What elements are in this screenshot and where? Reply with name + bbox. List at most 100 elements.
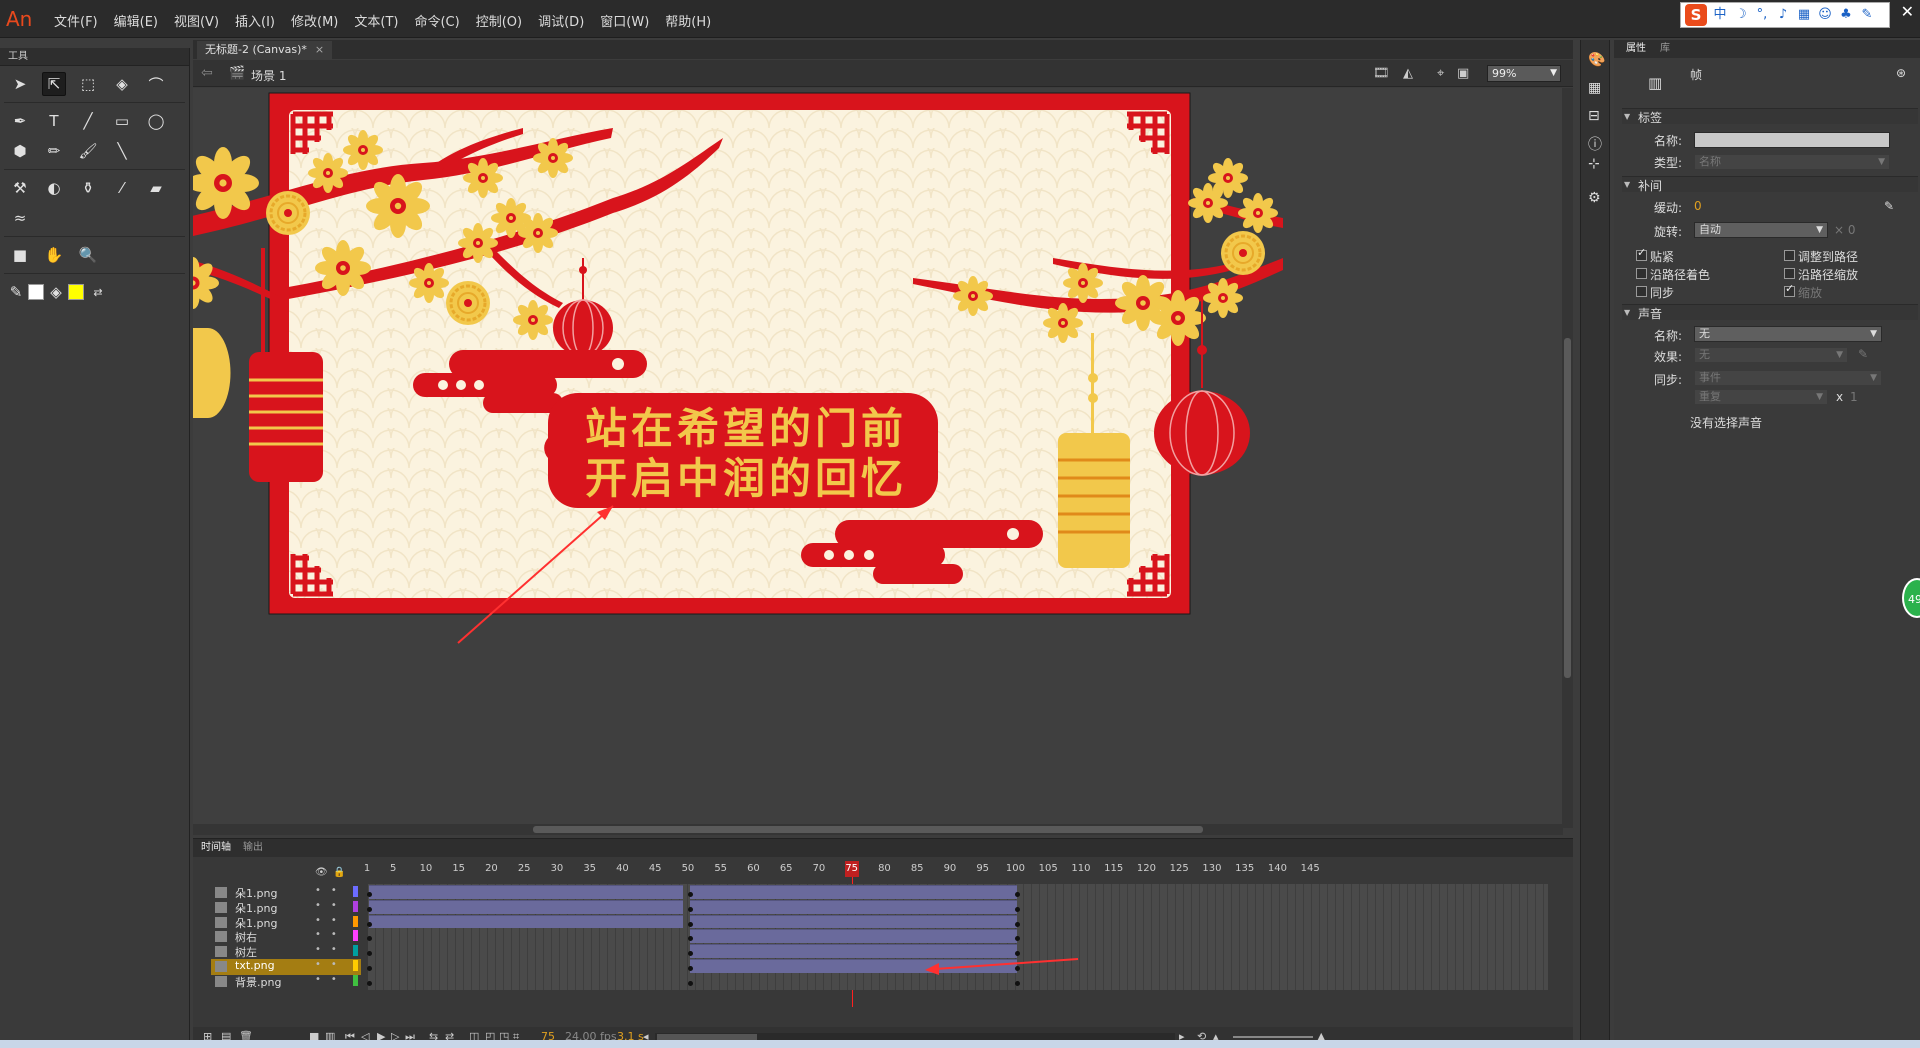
edit-ease-icon[interactable]: ✎ bbox=[1884, 199, 1894, 213]
transform-icon[interactable]: ⊹ bbox=[1588, 156, 1600, 172]
layer-outline-color[interactable] bbox=[353, 915, 358, 927]
keyframe[interactable] bbox=[687, 980, 693, 986]
clip-icon[interactable]: ▣ bbox=[1457, 66, 1469, 81]
close-tab-icon[interactable]: × bbox=[315, 43, 324, 56]
keyframe[interactable] bbox=[367, 966, 372, 971]
ink-bottle-icon[interactable]: ⚱ bbox=[76, 176, 100, 200]
timeline-zoom-slider[interactable] bbox=[1233, 1036, 1313, 1038]
tab-properties[interactable]: 属性 bbox=[1626, 40, 1646, 58]
layer-visibility-dots[interactable]: •• bbox=[315, 885, 347, 896]
components-icon[interactable]: ⚙ bbox=[1588, 190, 1601, 206]
rotate-select[interactable]: 自动 ▼ bbox=[1694, 222, 1828, 238]
menu-debug[interactable]: 调试(D) bbox=[530, 11, 592, 30]
layer-visibility-dots[interactable]: •• bbox=[315, 944, 347, 955]
menu-help[interactable]: 帮助(H) bbox=[657, 11, 719, 30]
moon-icon[interactable]: ☽ bbox=[1733, 7, 1749, 23]
layer-visibility-dots[interactable]: •• bbox=[315, 974, 347, 985]
scene-label[interactable]: 场景 1 bbox=[251, 67, 286, 84]
color-icon[interactable]: 🎨 bbox=[1588, 52, 1605, 68]
eye-icon[interactable]: 👁 bbox=[315, 867, 328, 878]
paint-bucket-icon[interactable]: ◐ bbox=[42, 176, 66, 200]
eyedropper-icon[interactable]: ⁄ bbox=[110, 176, 134, 200]
menu-edit[interactable]: 编辑(E) bbox=[106, 11, 166, 30]
layer-row[interactable]: 背景.png •• bbox=[193, 972, 1563, 990]
rectangle-tool-icon[interactable]: ▭ bbox=[110, 109, 134, 133]
wrench-icon[interactable]: ✎ bbox=[1859, 7, 1875, 23]
tab-output[interactable]: 输出 bbox=[243, 839, 263, 857]
back-arrow-icon[interactable]: ⇦ bbox=[201, 65, 213, 81]
oval-tool-icon[interactable]: ◯ bbox=[144, 109, 168, 133]
pen-tool-icon[interactable]: ✒ bbox=[8, 109, 32, 133]
fill-color-icon[interactable]: ◈ bbox=[48, 280, 64, 304]
effect-select[interactable]: 无 ▼ bbox=[1694, 347, 1848, 363]
line-tool-icon[interactable]: ╱ bbox=[76, 109, 100, 133]
scale-along-path-checkbox[interactable]: 沿路径缩放 bbox=[1784, 266, 1858, 283]
repeat-count[interactable]: 1 bbox=[1850, 390, 1858, 404]
stage-artwork[interactable]: 站在希望的门前 开启中润的回忆 bbox=[193, 88, 1563, 828]
selection-tool-icon[interactable]: ➤ bbox=[8, 72, 32, 96]
keyframe[interactable] bbox=[687, 906, 693, 912]
scale-checkbox[interactable]: 缩放 bbox=[1784, 282, 1822, 301]
layer-visibility-dots[interactable]: •• bbox=[315, 929, 347, 940]
text-tool-icon[interactable]: T bbox=[42, 109, 66, 133]
menu-control[interactable]: 控制(O) bbox=[468, 11, 530, 30]
help-icon[interactable]: ⊛ bbox=[1896, 66, 1906, 80]
info-icon[interactable]: ⓘ bbox=[1588, 134, 1602, 154]
snap-checkbox[interactable]: 贴紧 bbox=[1636, 246, 1674, 265]
brush-tool-icon[interactable]: ╲ bbox=[110, 139, 134, 163]
repeat-select[interactable]: 重复 ▼ bbox=[1694, 389, 1828, 405]
menu-view[interactable]: 视图(V) bbox=[166, 11, 227, 30]
menu-file[interactable]: 文件(F) bbox=[46, 11, 106, 30]
zoom-tool-icon[interactable]: 🔍 bbox=[76, 243, 100, 267]
vertical-scroll-thumb[interactable] bbox=[1564, 338, 1571, 678]
align-icon[interactable]: ⊟ bbox=[1588, 108, 1600, 124]
keyboard-icon[interactable]: ▦ bbox=[1796, 7, 1812, 23]
layer-outline-color[interactable] bbox=[353, 960, 358, 971]
swatches-icon[interactable]: ▦ bbox=[1588, 80, 1601, 96]
zoom-select[interactable]: 99% ▼ bbox=[1487, 65, 1561, 82]
keyframe[interactable] bbox=[367, 892, 372, 897]
sync-checkbox[interactable]: 同步 bbox=[1636, 284, 1674, 301]
layer-outline-color[interactable] bbox=[353, 974, 358, 986]
shirt-icon[interactable]: ♣ bbox=[1838, 7, 1854, 23]
keyframe[interactable] bbox=[367, 921, 372, 927]
sync-select[interactable]: 事件 ▼ bbox=[1694, 370, 1882, 386]
free-transform-tool-icon[interactable]: ⬚ bbox=[76, 72, 100, 96]
keyframe[interactable] bbox=[367, 906, 372, 912]
3d-rotation-tool-icon[interactable]: ◈ bbox=[110, 72, 134, 96]
layer-outline-color[interactable] bbox=[353, 945, 358, 957]
orient-to-path-checkbox[interactable]: 调整到路径 bbox=[1784, 248, 1858, 265]
microphone-icon[interactable]: ♪ bbox=[1775, 7, 1791, 23]
document-tab[interactable]: 无标题-2 (Canvas)* × bbox=[197, 41, 333, 59]
polystar-tool-icon[interactable]: ⬢ bbox=[8, 139, 32, 163]
stage-vertical-scrollbar[interactable] bbox=[1562, 88, 1573, 828]
sound-name-select[interactable]: 无 ▼ bbox=[1694, 326, 1882, 342]
menu-window[interactable]: 窗口(W) bbox=[592, 11, 657, 30]
layer-visibility-dots[interactable]: •• bbox=[315, 900, 347, 911]
layer-outline-color[interactable] bbox=[353, 886, 358, 897]
tab-library[interactable]: 库 bbox=[1660, 40, 1670, 58]
camera-tool-icon[interactable]: ■ bbox=[8, 243, 32, 267]
menu-insert[interactable]: 插入(I) bbox=[227, 11, 283, 30]
subselection-tool-icon[interactable]: ⇱ bbox=[42, 72, 66, 96]
snap-icon[interactable]: ⌖ bbox=[1437, 66, 1444, 81]
edit-effect-icon[interactable]: ✎ bbox=[1858, 347, 1868, 361]
close-icon[interactable]: ✕ bbox=[1901, 2, 1914, 21]
stage-horizontal-scrollbar[interactable] bbox=[193, 824, 1563, 835]
edit-symbols-icon[interactable]: ◭ bbox=[1403, 66, 1413, 81]
tab-timeline[interactable]: 时间轴 bbox=[201, 839, 231, 857]
pencil-tool-icon[interactable]: ✏ bbox=[42, 139, 66, 163]
user-icon[interactable]: ☺ bbox=[1817, 7, 1833, 23]
timeline-ruler[interactable]: 1510152025303540455055606570758085909510… bbox=[364, 863, 1555, 877]
keyframe[interactable] bbox=[367, 980, 372, 986]
swap-colors-icon[interactable]: ⇄ bbox=[88, 280, 108, 304]
frame-name-input[interactable] bbox=[1694, 132, 1890, 148]
stroke-color-icon[interactable]: ✎ bbox=[8, 280, 24, 304]
hand-tool-icon[interactable]: ✋ bbox=[42, 243, 66, 267]
layer-visibility-dots[interactable]: •• bbox=[315, 959, 347, 970]
ime-mode[interactable]: 中 bbox=[1712, 7, 1728, 23]
menu-text[interactable]: 文本(T) bbox=[346, 11, 406, 30]
keyframe[interactable] bbox=[687, 966, 693, 971]
lock-icon[interactable]: 🔒 bbox=[333, 867, 345, 878]
layer-visibility-dots[interactable]: •• bbox=[315, 915, 347, 926]
